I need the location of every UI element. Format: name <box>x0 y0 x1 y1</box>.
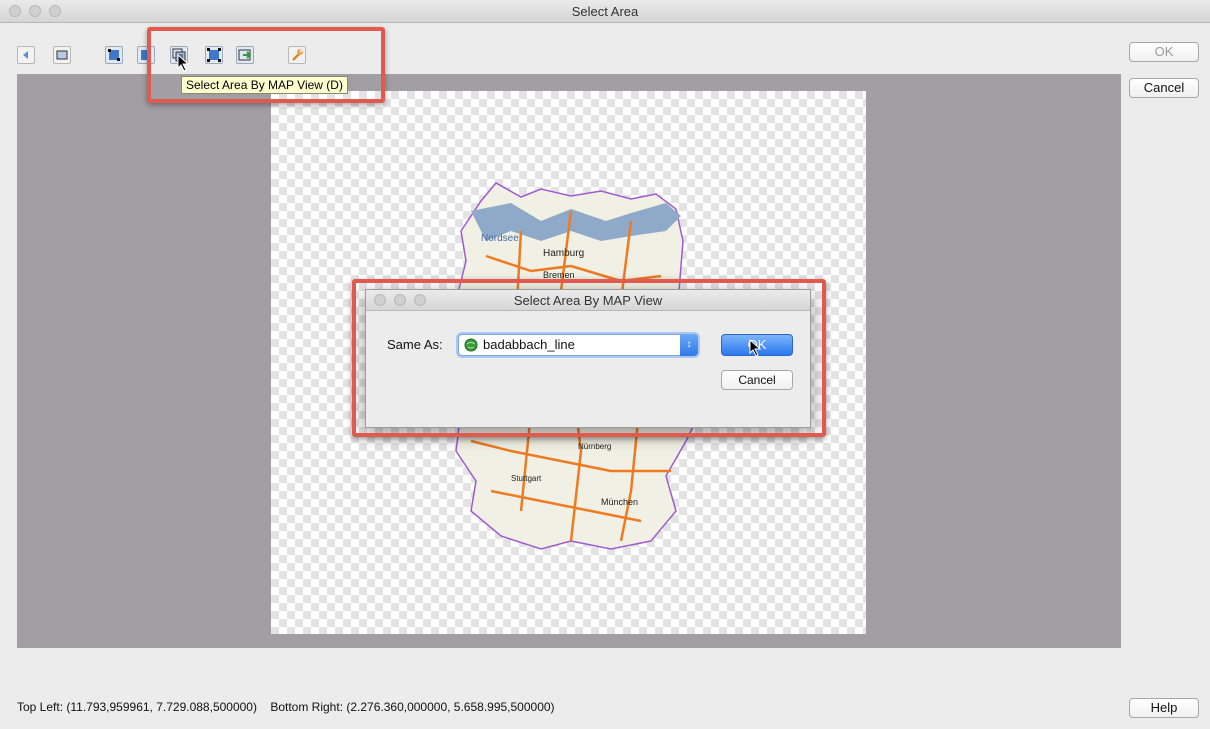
window-title: Select Area <box>571 4 639 19</box>
map-label-nuernberg: Nürnberg <box>578 442 611 451</box>
back-button[interactable] <box>17 46 35 64</box>
map-label-muenchen: München <box>601 497 638 507</box>
dialog-highlight-box <box>352 279 826 437</box>
zoom-extent-button[interactable] <box>53 46 71 64</box>
zoom-extent-icon <box>56 50 68 60</box>
select-area-icon <box>108 49 120 61</box>
map-label-nordsee: Nordsee <box>481 233 519 244</box>
ok-button[interactable]: OK <box>1129 42 1199 62</box>
back-icon <box>23 51 28 59</box>
help-button[interactable]: Help <box>1129 698 1199 718</box>
toolbar-mouse-cursor-icon <box>177 54 190 72</box>
map-label-hamburg: Hamburg <box>543 248 584 259</box>
map-label-stuttgart: Stuttgart <box>511 474 542 483</box>
select-area-button[interactable] <box>105 46 123 64</box>
window-titlebar: Select Area <box>0 0 1210 23</box>
top-left-coordinates: Top Left: (11.793,959961, 7.729.088,5000… <box>17 700 257 714</box>
bottom-right-coordinates: Bottom Right: (2.276.360,000000, 5.658.9… <box>270 700 555 714</box>
status-bar: Top Left: (11.793,959961, 7.729.088,5000… <box>17 700 555 714</box>
cancel-button[interactable]: Cancel <box>1129 78 1199 98</box>
